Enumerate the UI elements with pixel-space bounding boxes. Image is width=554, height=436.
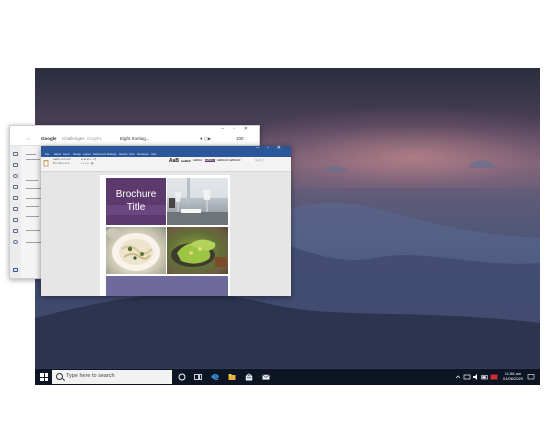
style-sample-2[interactable]: AaBbCc [193, 159, 203, 162]
header-item-google[interactable]: Google [41, 136, 57, 141]
home-icon[interactable]: ⌂ [27, 136, 30, 141]
zoom-tool-icon[interactable] [13, 240, 18, 244]
brochure-title[interactable]: Brochure Title [106, 188, 166, 214]
language-icon[interactable] [490, 373, 498, 381]
panel-row [26, 206, 39, 208]
tab-home[interactable]: Home [54, 153, 61, 156]
pen-tool-icon[interactable] [13, 207, 18, 211]
tab-view[interactable]: View [129, 153, 135, 156]
mail-icon[interactable] [262, 373, 270, 381]
title-line-1: Brochure [115, 189, 157, 200]
header-item-challenges[interactable]: Challenges [62, 136, 85, 141]
shape-tool-icon[interactable] [13, 174, 18, 178]
title-line-2: Title [126, 202, 146, 213]
zoom-level[interactable]: 100 [236, 136, 244, 141]
tab-insert[interactable]: Insert [63, 153, 70, 156]
app-header: ⌂ Google Challenges Graphs Eight Sorting… [10, 133, 259, 146]
style-sample-1[interactable]: AaBbC [181, 159, 191, 163]
paragraph-controls[interactable]: ☰ ☰ ☰ ⇤ ⇥ ¶ [81, 158, 96, 161]
image-tool-icon[interactable] [13, 229, 18, 233]
store-icon[interactable] [245, 373, 253, 381]
network-icon[interactable] [463, 373, 471, 381]
properties-panel [22, 146, 42, 278]
style-sample-3[interactable]: AaBbCc [205, 159, 215, 162]
frame-tool-icon[interactable] [13, 163, 18, 167]
clock-date: 01/06/2020 [502, 376, 524, 381]
window-controls[interactable]: –▫✕ [221, 126, 257, 132]
tab-design[interactable]: Design [73, 153, 81, 156]
document-page[interactable]: Brochure Title [100, 175, 230, 296]
windows-start-icon[interactable] [40, 373, 48, 381]
tab-review[interactable]: Review [119, 153, 128, 156]
style-sample-4[interactable]: AaBbCcD [217, 159, 228, 162]
select-tool-icon[interactable] [13, 152, 18, 156]
bottom-color-block[interactable] [106, 276, 228, 296]
panel-row [26, 180, 38, 182]
edge-icon[interactable] [211, 373, 219, 381]
alignment-controls[interactable]: ≡ ≡ ≡ ≡ ↕ ▦ [81, 162, 93, 165]
tab-references[interactable]: References [93, 153, 106, 156]
tab-file[interactable]: File [45, 153, 49, 156]
tab-developer[interactable]: Developer [137, 153, 149, 156]
triangle-tool-icon[interactable] [13, 185, 18, 189]
panel-row [26, 230, 40, 232]
search-placeholder: Type here to search [66, 373, 115, 379]
taskbar: Type here to search 11:58 am 01/06/2020 [35, 369, 540, 385]
volume-icon[interactable] [472, 373, 480, 381]
style-sample-0[interactable]: AaB [169, 158, 179, 164]
panel-row [26, 242, 41, 244]
home-ribbon: Calibri ▾ 11 ▾ A A B I U ab x₂ x² A ☰ ☰ … [41, 157, 291, 172]
cortana-icon[interactable] [178, 373, 186, 381]
notification-icon[interactable] [527, 373, 535, 381]
panel-row [26, 188, 41, 190]
chevron-up-icon[interactable] [455, 373, 461, 381]
panel-row [26, 154, 36, 156]
panel-row [26, 159, 40, 161]
taskbar-search-box[interactable]: Type here to search [52, 370, 172, 384]
find-replace-icons[interactable]: 🔍 ⇄ ▢ [255, 159, 264, 162]
layers-icon[interactable] [13, 268, 18, 272]
battery-icon[interactable] [481, 373, 489, 381]
font-controls[interactable]: Calibri ▾ 11 ▾ A A [53, 158, 71, 161]
photo-pasta-dish[interactable] [106, 227, 166, 274]
text-tool-icon[interactable] [13, 218, 18, 222]
file-explorer-icon[interactable] [228, 373, 236, 381]
paste-icon[interactable] [43, 159, 49, 167]
header-item-document[interactable]: Eight Sorting... [120, 136, 150, 141]
header-toolbar-icons[interactable]: ● ▯ ▶ [200, 136, 211, 142]
brochure-title-block[interactable]: Brochure Title [106, 178, 166, 225]
tab-mailings[interactable]: Mailings [107, 153, 117, 156]
tab-layout[interactable]: Layout [83, 153, 91, 156]
title-bar[interactable]: –▫✕ [10, 126, 259, 133]
word-window[interactable]: –▫✕ File Home Insert Design Layout Refer… [41, 145, 291, 296]
tool-rail [10, 146, 21, 278]
panel-row [26, 216, 39, 218]
tab-help[interactable]: Help [151, 153, 156, 156]
task-view-icon[interactable] [194, 373, 202, 381]
taskbar-clock[interactable]: 11:58 am 01/06/2020 [499, 371, 527, 381]
line-tool-icon[interactable] [13, 196, 18, 200]
window-controls[interactable]: –▫✕ [256, 145, 289, 151]
search-icon [56, 373, 63, 380]
photo-salad-dish[interactable] [167, 227, 228, 274]
photo-wine-glasses[interactable] [167, 178, 228, 225]
header-item-graphs[interactable]: Graphs [87, 136, 102, 141]
format-controls[interactable]: B I U ab x₂ x² A [53, 162, 69, 165]
style-sample-5[interactable]: AaBbCcD [229, 159, 240, 162]
panel-row [26, 198, 41, 200]
